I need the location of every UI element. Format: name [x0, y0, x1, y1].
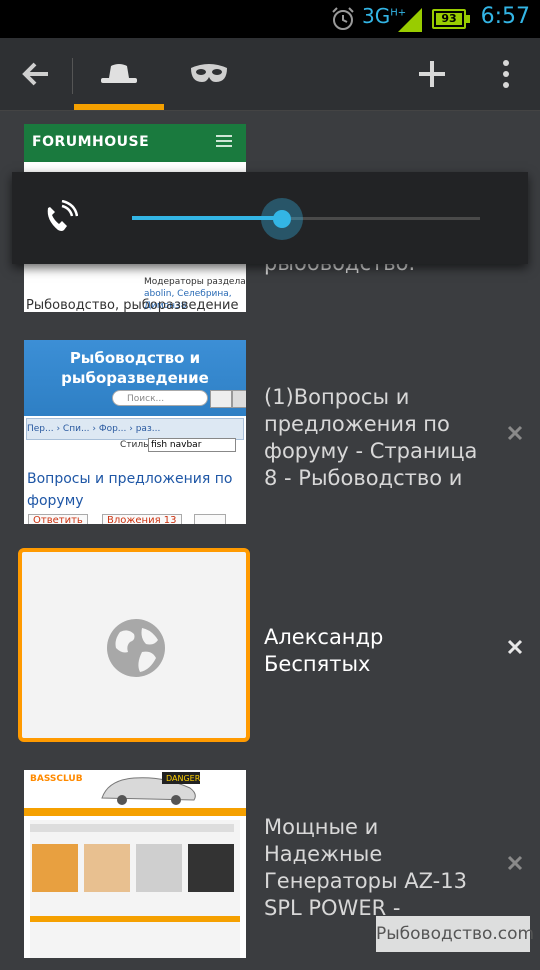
battery-level: 93: [436, 13, 462, 25]
back-arrow-icon: [22, 62, 48, 86]
tab-item[interactable]: Рыбоводство и рыборазведение Поиск... Пе…: [0, 340, 540, 540]
tabs-toolbar: [0, 38, 540, 111]
tab-title: Александр Беспятых: [264, 625, 384, 676]
tab-thumbnail: BASSCLUB DANGER: [24, 770, 246, 958]
overflow-menu-button[interactable]: [474, 38, 538, 110]
alarm-clock-icon: [332, 7, 354, 30]
back-button[interactable]: [0, 38, 72, 110]
overflow-menu-icon: [503, 60, 509, 88]
normal-tabs-tab[interactable]: [74, 38, 164, 110]
volume-panel: [12, 172, 528, 264]
tab-item-selected[interactable]: Александр Беспятых: [0, 548, 540, 754]
volume-slider-thumb[interactable]: [260, 198, 303, 240]
tab-title: Мощные и Надежные Генераторы AZ-13 SPL P…: [264, 815, 467, 920]
selected-tab-underline: [74, 104, 164, 110]
thumb-search-field: Поиск...: [112, 390, 208, 406]
new-tab-button[interactable]: [400, 38, 464, 110]
topic-title: Вопросы и предложения по форуму: [27, 471, 233, 509]
phone-ring-icon: [47, 200, 78, 231]
reply-button: Ответить: [28, 514, 88, 524]
battery-indicator: 93: [432, 9, 470, 29]
site-title: Рыбоводство и рыборазведение: [61, 349, 209, 387]
close-tab-button[interactable]: [500, 848, 530, 878]
incognito-tabs-tab[interactable]: [164, 38, 254, 110]
clock: 6:57: [480, 4, 530, 29]
attachments-button: Вложения 13: [102, 514, 182, 524]
site-logo: FORUMHOUSE: [32, 134, 150, 150]
mask-icon: [191, 64, 227, 82]
tab-thumbnail: [18, 548, 250, 742]
breadcrumb: Пер... › Спи... › Фор... › раз...: [26, 418, 244, 440]
status-bar: 3GH+ 93 6:57: [0, 0, 540, 38]
close-tab-button[interactable]: [500, 632, 530, 662]
signal-strength-icon: [398, 8, 422, 32]
close-icon: [507, 639, 523, 655]
tab-title: (1)Вопросы и предложения по форуму - Стр…: [264, 385, 478, 490]
car-image: DANGER: [101, 772, 201, 805]
page-heading: Рыбоводство, рыборазведение: [26, 298, 239, 312]
style-label: Стиль:: [120, 440, 152, 450]
site-logo: BASSCLUB: [30, 774, 83, 784]
style-select: fish navbar: [148, 438, 236, 452]
hat-icon: [101, 64, 137, 83]
watermark: Рыбоводство.com: [376, 916, 534, 952]
plus-icon: [419, 61, 445, 87]
tab-thumbnail: Рыбоводство и рыборазведение Поиск... Пе…: [24, 340, 246, 524]
close-tab-button[interactable]: [500, 418, 530, 448]
hamburger-icon: [216, 135, 232, 147]
close-icon: [507, 425, 523, 441]
globe-icon: [107, 619, 165, 677]
close-icon: [507, 855, 523, 871]
volume-fill: [132, 216, 282, 220]
danger-badge: DANGER: [166, 774, 201, 783]
